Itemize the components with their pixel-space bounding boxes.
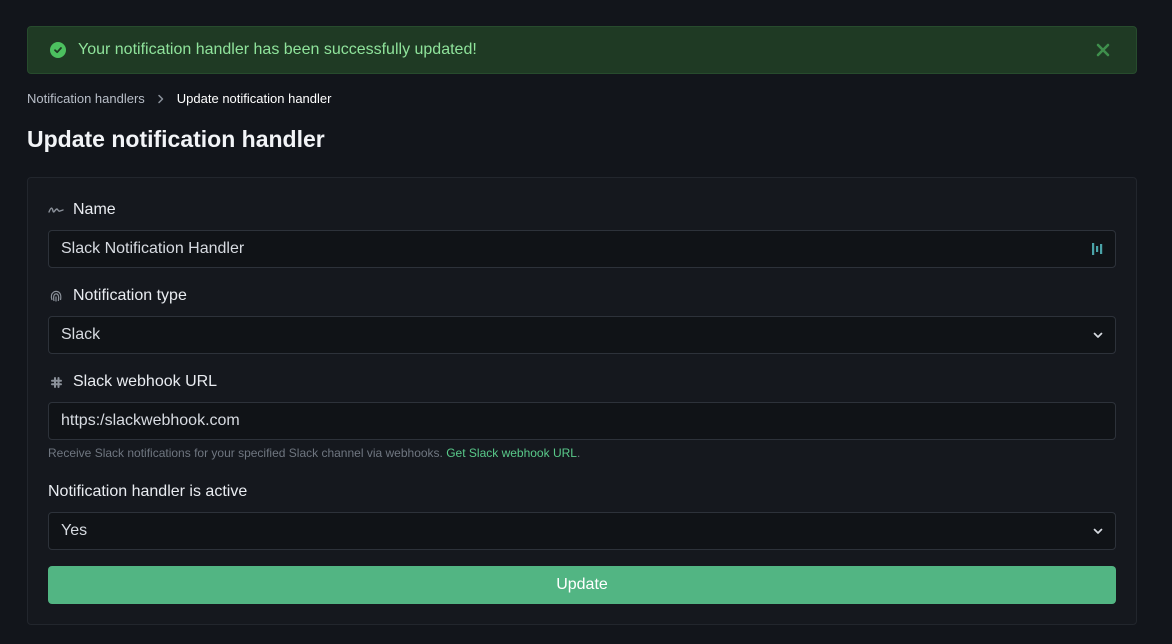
webhook-url-input[interactable]: https:/slackwebhook.com xyxy=(48,402,1116,440)
handler-active-value: Yes xyxy=(61,522,88,539)
active-label: Notification handler is active xyxy=(48,483,247,501)
webhook-label-text: Slack webhook URL xyxy=(73,373,218,390)
name-input[interactable]: Slack Notification Handler xyxy=(48,230,1116,268)
breadcrumb: Notification handlers Update notificatio… xyxy=(27,91,331,106)
help-text-end: . xyxy=(576,446,581,460)
notification-type-value: Slack xyxy=(61,326,101,343)
webhook-url-value: https:/slackwebhook.com xyxy=(61,412,240,429)
get-slack-webhook-link[interactable]: Get Slack webhook URL xyxy=(446,446,577,460)
fingerprint-icon xyxy=(48,288,64,304)
update-button[interactable]: Update xyxy=(48,566,1116,604)
type-label-text: Notification type xyxy=(73,287,187,304)
type-label: Notification type xyxy=(48,287,187,305)
webhook-label: Slack webhook URL xyxy=(48,373,217,391)
handler-active-select[interactable]: Yes xyxy=(48,512,1116,550)
page: Your notification handler has been succe… xyxy=(0,0,1172,644)
help-text: Receive Slack notifications for your spe… xyxy=(48,446,443,460)
chevron-down-icon xyxy=(1093,527,1103,535)
alert-message: Your notification handler has been succe… xyxy=(78,41,477,58)
success-alert: Your notification handler has been succe… xyxy=(27,26,1137,74)
active-label-text: Notification handler is active xyxy=(48,483,248,500)
webhook-help-text: Receive Slack notifications for your spe… xyxy=(48,446,580,460)
page-title: Update notification handler xyxy=(27,126,325,152)
chevron-down-icon xyxy=(1093,331,1103,339)
breadcrumb-notification-handlers[interactable]: Notification handlers xyxy=(27,91,145,106)
signature-icon xyxy=(48,202,64,218)
slack-icon xyxy=(48,374,64,390)
name-label-text: Name xyxy=(73,201,116,218)
breadcrumb-current: Update notification handler xyxy=(176,91,332,106)
chevron-right-icon xyxy=(157,94,165,104)
handler-form: Name Slack Notification Handler Notifica… xyxy=(27,177,1137,625)
notification-type-select[interactable]: Slack xyxy=(48,316,1116,354)
name-label: Name xyxy=(48,201,116,219)
close-icon[interactable] xyxy=(1092,39,1114,61)
check-circle-icon xyxy=(50,42,66,58)
password-manager-icon[interactable] xyxy=(1091,242,1103,256)
name-input-value: Slack Notification Handler xyxy=(61,240,245,257)
